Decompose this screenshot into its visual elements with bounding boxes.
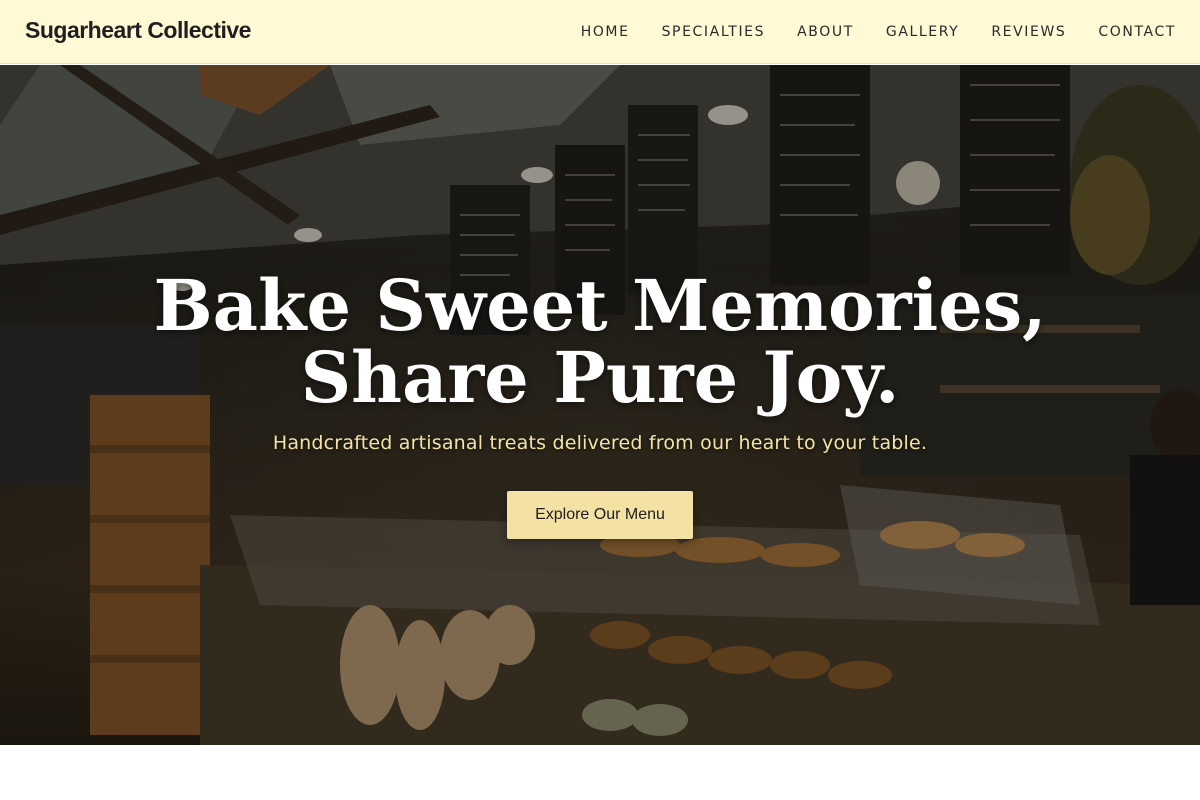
headline-line-2: Share Pure Joy. — [300, 336, 900, 419]
nav-item-about[interactable]: ABOUT — [797, 24, 854, 40]
nav-item-contact[interactable]: CONTACT — [1098, 24, 1176, 40]
nav-item-reviews[interactable]: REVIEWS — [991, 24, 1066, 40]
explore-menu-button[interactable]: Explore Our Menu — [507, 491, 693, 539]
nav-item-home[interactable]: HOME — [581, 24, 630, 40]
site-header: Sugarheart Collective HOME SPECIALTIES A… — [0, 0, 1200, 64]
main-nav: HOME SPECIALTIES ABOUT GALLERY REVIEWS C… — [549, 0, 1176, 64]
headline-line-1: Bake Sweet Memories, — [153, 264, 1047, 347]
nav-item-specialties[interactable]: SPECIALTIES — [662, 24, 766, 40]
hero-content: Bake Sweet Memories, Share Pure Joy. Han… — [0, 65, 1200, 745]
hero-subheadline: Handcrafted artisanal treats delivered f… — [272, 432, 928, 454]
nav-item-gallery[interactable]: GALLERY — [886, 24, 959, 40]
brand-logo[interactable]: Sugarheart Collective — [25, 17, 251, 44]
hero-headline: Bake Sweet Memories, Share Pure Joy. — [0, 270, 1200, 414]
hero-section: Bake Sweet Memories, Share Pure Joy. Han… — [0, 65, 1200, 745]
